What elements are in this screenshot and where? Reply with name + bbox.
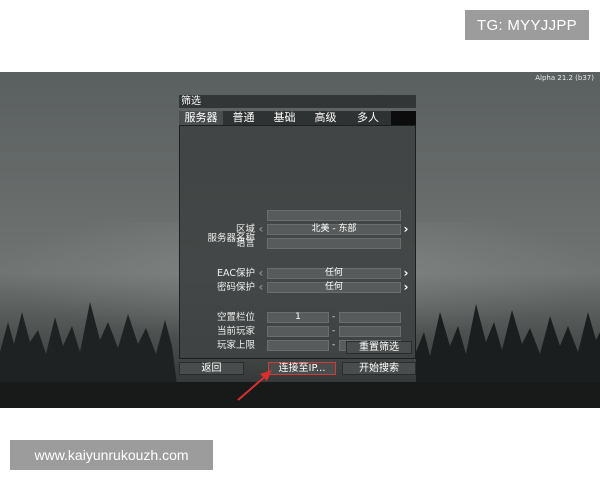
panel-title: 筛选 <box>179 95 416 108</box>
filter-content: 服务器名称 区域 ‹ 北美 - 东部 › 语言 EAC保护 ‹ 任何 › 密码保… <box>179 125 416 359</box>
game-screen: Alpha 21.2 (b37) 筛选 服务器 普通 基础 高级 多人 服务器名… <box>0 72 600 408</box>
tab-spacer <box>391 111 416 125</box>
server-name-input[interactable] <box>267 210 401 221</box>
back-button[interactable]: 返回 <box>179 362 244 375</box>
current-players-max-input[interactable] <box>339 326 401 337</box>
current-players-label: 当前玩家 <box>216 326 255 337</box>
current-players-min-input[interactable] <box>267 326 329 337</box>
free-slots-separator: - <box>332 312 336 322</box>
start-search-button[interactable]: 开始搜索 <box>342 362 416 375</box>
free-slots-max-input[interactable] <box>339 312 401 323</box>
region-selector[interactable]: 北美 - 东部 <box>267 224 401 235</box>
eac-label: EAC保护 <box>217 268 255 279</box>
annotation-arrow-icon <box>237 370 272 401</box>
password-label: 密码保护 <box>216 282 255 293</box>
password-selector[interactable]: 任何 <box>267 282 401 293</box>
player-limit-label: 玩家上限 <box>216 340 255 351</box>
connect-ip-button[interactable]: 连接至IP... <box>268 362 336 375</box>
language-input[interactable] <box>267 238 401 249</box>
tab-general[interactable]: 普通 <box>223 111 264 125</box>
version-label: Alpha 21.2 (b37) <box>535 74 594 82</box>
region-next-icon[interactable]: › <box>402 223 410 235</box>
filter-tabs: 服务器 普通 基础 高级 多人 <box>179 111 416 125</box>
free-slots-label: 空置栏位 <box>216 312 255 323</box>
tab-basic[interactable]: 基础 <box>264 111 305 125</box>
language-label: 语言 <box>235 238 255 249</box>
password-next-icon[interactable]: › <box>402 281 410 293</box>
eac-selector[interactable]: 任何 <box>267 268 401 279</box>
eac-next-icon[interactable]: › <box>402 267 410 279</box>
player-limit-separator: - <box>332 340 336 350</box>
free-slots-min-input[interactable]: 1 <box>267 312 329 323</box>
region-prev-icon[interactable]: ‹ <box>257 223 265 235</box>
reset-filters-button[interactable]: 重置筛选 <box>346 341 412 354</box>
tg-watermark: TG: MYYJJPP <box>465 10 589 40</box>
filter-panel: 筛选 服务器 普通 基础 高级 多人 服务器名称 区域 ‹ 北美 - 东部 › … <box>179 95 416 359</box>
current-players-separator: - <box>332 326 336 336</box>
tab-multiplayer[interactable]: 多人 <box>346 111 390 125</box>
password-prev-icon[interactable]: ‹ <box>257 281 265 293</box>
url-watermark: www.kaiyunrukouzh.com <box>10 440 213 470</box>
player-limit-min-input[interactable] <box>267 340 329 351</box>
tab-advanced[interactable]: 高级 <box>305 111 346 125</box>
tab-server[interactable]: 服务器 <box>179 111 223 125</box>
eac-prev-icon[interactable]: ‹ <box>257 267 265 279</box>
region-label: 区域 <box>235 224 255 235</box>
